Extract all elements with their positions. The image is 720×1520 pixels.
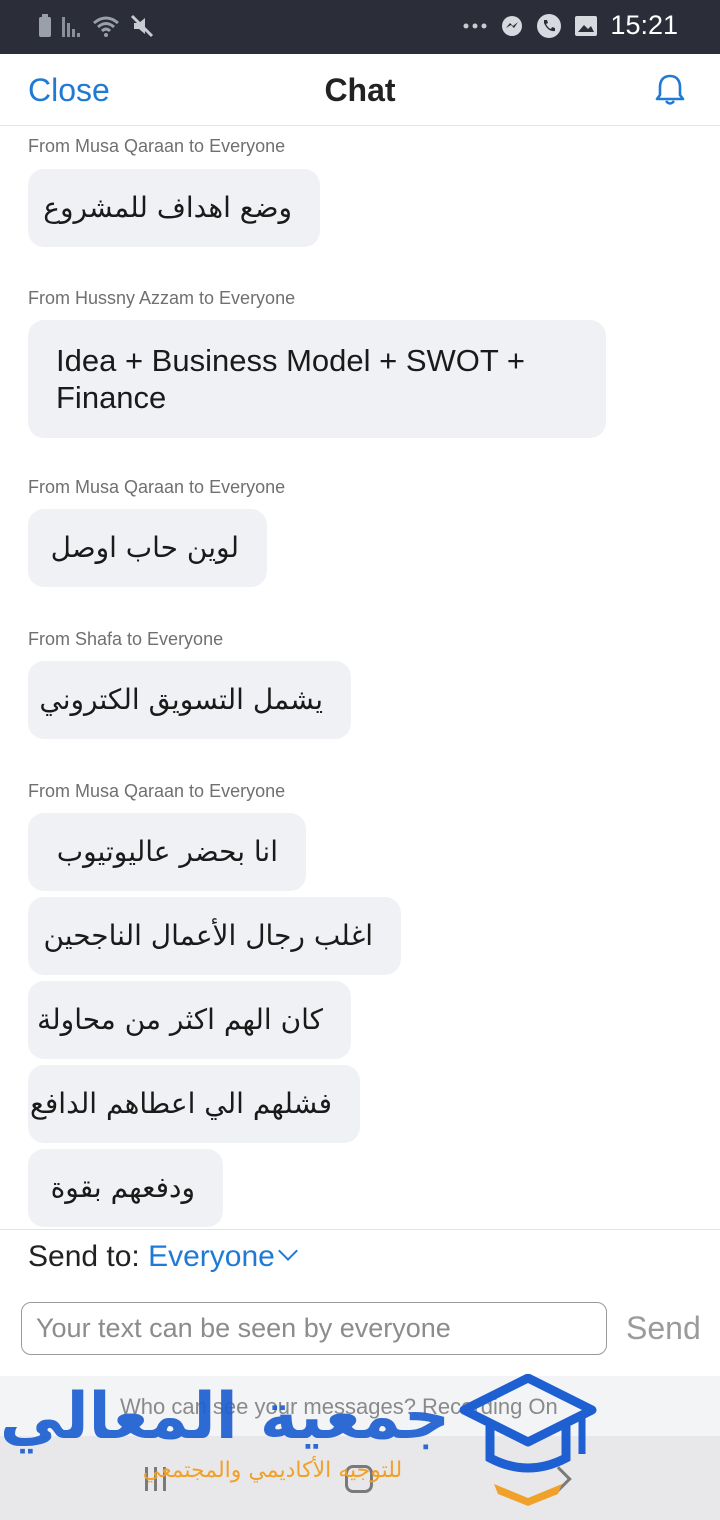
- phone-icon: [537, 13, 562, 38]
- message-bubble: اغلب رجال الأعمال الناجحين: [28, 897, 401, 975]
- watermark-subtitle: للتوجيه الأكاديمي والمجتمعي: [142, 1458, 403, 1483]
- message-bubble: انا بحضر عاليوتيوب: [28, 813, 306, 891]
- message-list[interactable]: From Musa Qaraan to Everyone وضع اهداف ل…: [0, 127, 720, 1229]
- message-bubble: لوين حاب اوصل: [28, 509, 267, 587]
- watermark-title: جمعية المعالي: [0, 1380, 450, 1454]
- send-to-label: Send to:: [28, 1240, 140, 1273]
- chevron-down-icon[interactable]: [277, 1241, 298, 1261]
- message-group: From Shafa to Everyone يشمل التسويق الكت…: [28, 628, 351, 739]
- status-bar: 15:21: [0, 0, 720, 54]
- wifi-icon: [93, 16, 119, 37]
- message-group: From Hussny Azzam to Everyone Idea + Bus…: [28, 287, 606, 438]
- status-time: 15:21: [610, 10, 678, 40]
- message-sender: From Shafa to Everyone: [28, 629, 224, 649]
- message-group: From Musa Qaraan to Everyone لوين حاب او…: [28, 476, 285, 587]
- mute-icon: [130, 14, 154, 38]
- signal-icon: [62, 17, 80, 37]
- message-group: From Musa Qaraan to Everyone وضع اهداف ل…: [28, 135, 320, 247]
- message-bubble: فشلهم الي اعطاهم الدافع: [28, 1065, 360, 1143]
- send-to-row: Send to: Everyone: [28, 1240, 298, 1274]
- more-dots-icon: [463, 23, 487, 28]
- message-sender: From Hussny Azzam to Everyone: [28, 288, 296, 308]
- message-input[interactable]: [21, 1302, 607, 1355]
- message-sender: From Musa Qaraan to Everyone: [28, 477, 286, 497]
- bell-icon[interactable]: [652, 72, 688, 108]
- message-group: From Musa Qaraan to Everyone انا بحضر عا…: [28, 780, 401, 1229]
- status-icons-left: [38, 14, 154, 38]
- gallery-icon: [575, 15, 598, 36]
- send-to-dropdown[interactable]: Everyone: [148, 1240, 298, 1273]
- divider: [0, 1229, 720, 1230]
- graduation-cap-logo-icon: [459, 1374, 597, 1506]
- message-bubble: ودفعهم بقوة: [28, 1149, 223, 1227]
- page-title: Chat: [324, 72, 396, 108]
- battery-icon: [39, 14, 51, 37]
- message-sender: From Musa Qaraan to Everyone: [28, 136, 286, 156]
- message-sender: From Musa Qaraan to Everyone: [28, 781, 286, 801]
- chat-header: Close Chat: [0, 54, 720, 126]
- message-bubble: كان الهم اكثر من محاولة: [28, 981, 351, 1059]
- status-icons-right: 15:21: [462, 10, 678, 41]
- messenger-icon: [502, 15, 523, 36]
- send-button[interactable]: Send: [626, 1310, 701, 1347]
- message-bubble: وضع اهداف للمشروع: [28, 169, 320, 247]
- message-bubble: يشمل التسويق الكتروني: [28, 661, 351, 739]
- message-bubble: Idea + Business Model + SWOT + Finance: [28, 320, 606, 438]
- send-to-value[interactable]: Everyone: [148, 1240, 275, 1273]
